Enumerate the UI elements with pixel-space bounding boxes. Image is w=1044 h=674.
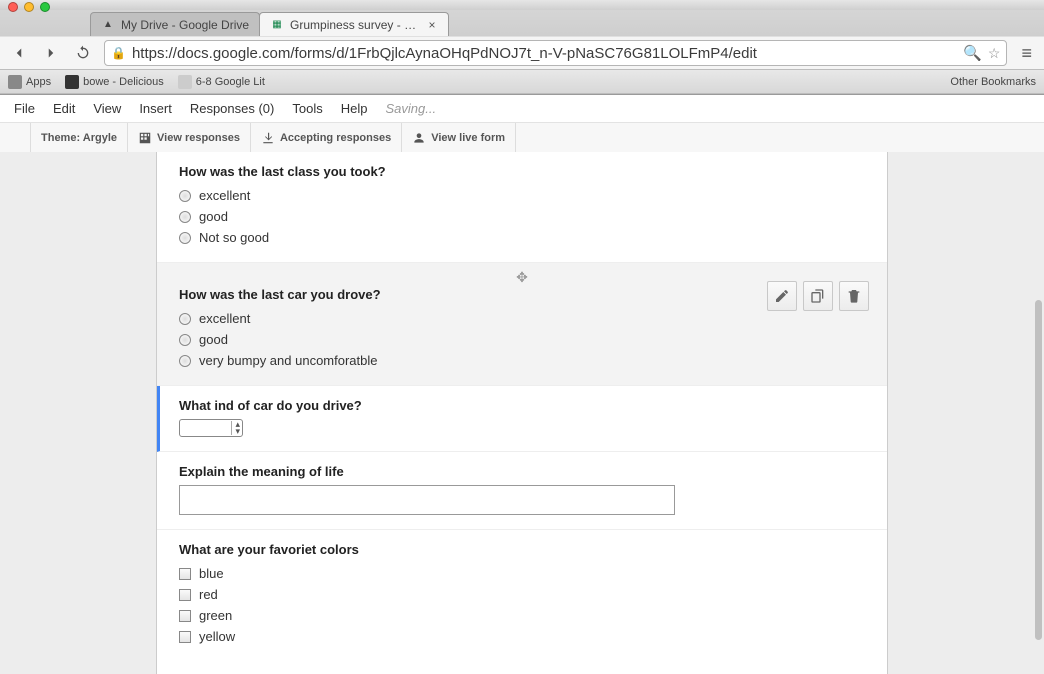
bookmark-item[interactable]: bowe - Delicious (65, 75, 164, 89)
bookmark-icon (65, 75, 79, 89)
duplicate-button[interactable] (803, 281, 833, 311)
dropdown-field[interactable]: ▴▾ (179, 419, 243, 437)
question-block[interactable]: Explain the meaning of life (157, 452, 887, 530)
option-row: blue (179, 563, 865, 584)
lock-icon: 🔒 (111, 46, 126, 60)
search-in-page-icon[interactable]: 🔍 (963, 44, 982, 62)
question-block[interactable]: What are your favoriet colors blue red g… (157, 530, 887, 661)
option-row: good (179, 329, 865, 350)
menu-responses[interactable]: Responses (0) (190, 101, 275, 116)
option-row: red (179, 584, 865, 605)
bookmark-icon (178, 75, 192, 89)
tab-close-icon[interactable]: × (426, 19, 438, 31)
browser-tab-forms[interactable]: ▦ Grumpiness survey - Goog × (259, 12, 449, 36)
question-block[interactable]: How was the last class you took? excelle… (157, 152, 887, 263)
favicon-drive-icon: ▲ (101, 18, 115, 32)
stepper-arrows-icon: ▴▾ (231, 421, 240, 435)
view-live-form-button[interactable]: View live form (402, 123, 516, 152)
radio-icon (179, 334, 191, 346)
menu-file[interactable]: File (14, 101, 35, 116)
question-actions (767, 281, 869, 311)
option-row: green (179, 605, 865, 626)
forward-button[interactable] (40, 42, 62, 64)
back-button[interactable] (8, 42, 30, 64)
grid-icon (138, 131, 152, 145)
checkbox-icon (179, 610, 191, 622)
radio-icon (179, 211, 191, 223)
pencil-icon (774, 288, 790, 304)
reload-button[interactable] (72, 42, 94, 64)
question-title: How was the last car you drove? (179, 287, 865, 302)
tab-title: My Drive - Google Drive (121, 18, 249, 32)
vertical-scrollbar[interactable] (1035, 300, 1042, 640)
menu-view[interactable]: View (93, 101, 121, 116)
saving-status: Saving... (385, 101, 436, 116)
option-row: excellent (179, 308, 865, 329)
question-title: What ind of car do you drive? (179, 398, 865, 413)
copy-icon (810, 288, 826, 304)
menu-insert[interactable]: Insert (139, 101, 172, 116)
download-icon (261, 131, 275, 145)
url-text: https://docs.google.com/forms/d/1FrbQjlc… (132, 45, 957, 62)
person-icon (412, 131, 426, 145)
bookmark-star-icon[interactable]: ☆ (988, 45, 1001, 62)
radio-icon (179, 190, 191, 202)
delete-button[interactable] (839, 281, 869, 311)
window-zoom-icon[interactable] (40, 2, 50, 12)
form-canvas: How was the last class you took? excelle… (0, 152, 1044, 674)
browser-tab-drive[interactable]: ▲ My Drive - Google Drive (90, 12, 260, 36)
menu-tools[interactable]: Tools (292, 101, 322, 116)
checkbox-icon (179, 589, 191, 601)
form-container: How was the last class you took? excelle… (156, 152, 888, 674)
radio-icon (179, 355, 191, 367)
window-titlebar (0, 0, 1044, 10)
apps-icon (8, 75, 22, 89)
bookmark-apps[interactable]: Apps (8, 75, 51, 89)
radio-icon (179, 313, 191, 325)
bookmarks-bar: Apps bowe - Delicious 6-8 Google Lit Oth… (0, 70, 1044, 94)
option-row: very bumpy and uncomforatble (179, 350, 865, 371)
menu-help[interactable]: Help (341, 101, 368, 116)
browser-chrome: ▲ My Drive - Google Drive ▦ Grumpiness s… (0, 0, 1044, 95)
chrome-menu-button[interactable]: ≡ (1017, 43, 1036, 64)
menu-edit[interactable]: Edit (53, 101, 75, 116)
edit-button[interactable] (767, 281, 797, 311)
address-bar-row: 🔒 https://docs.google.com/forms/d/1FrbQj… (0, 36, 1044, 70)
window-minimize-icon[interactable] (24, 2, 34, 12)
paragraph-answer-field[interactable] (179, 485, 675, 515)
option-row: yellow (179, 626, 865, 647)
question-title: How was the last class you took? (179, 164, 865, 179)
radio-icon (179, 232, 191, 244)
option-row: Not so good (179, 227, 865, 248)
url-bar[interactable]: 🔒 https://docs.google.com/forms/d/1FrbQj… (104, 40, 1007, 66)
question-block-selected[interactable]: What ind of car do you drive? ▴▾ (157, 386, 887, 452)
question-title: Explain the meaning of life (179, 464, 865, 479)
theme-button[interactable]: Theme: Argyle (31, 123, 128, 152)
tab-title: Grumpiness survey - Goog (290, 18, 420, 32)
question-block-hover[interactable]: ✥ How was the last car you drove? excell… (157, 263, 887, 386)
toolbar: Theme: Argyle View responses Accepting r… (0, 123, 1044, 153)
checkbox-icon (179, 631, 191, 643)
checkbox-icon (179, 568, 191, 580)
other-bookmarks[interactable]: Other Bookmarks (950, 76, 1036, 88)
question-title: What are your favoriet colors (179, 542, 865, 557)
option-row: excellent (179, 185, 865, 206)
drag-handle-icon[interactable]: ✥ (516, 269, 528, 286)
trash-icon (846, 288, 862, 304)
accepting-responses-button[interactable]: Accepting responses (251, 123, 402, 152)
favicon-sheets-icon: ▦ (270, 18, 284, 32)
bookmark-item[interactable]: 6-8 Google Lit (178, 75, 265, 89)
view-responses-button[interactable]: View responses (128, 123, 251, 152)
window-close-icon[interactable] (8, 2, 18, 12)
option-row: good (179, 206, 865, 227)
app-menu-bar: File Edit View Insert Responses (0) Tool… (0, 95, 1044, 123)
browser-tabs: ▲ My Drive - Google Drive ▦ Grumpiness s… (0, 10, 1044, 36)
